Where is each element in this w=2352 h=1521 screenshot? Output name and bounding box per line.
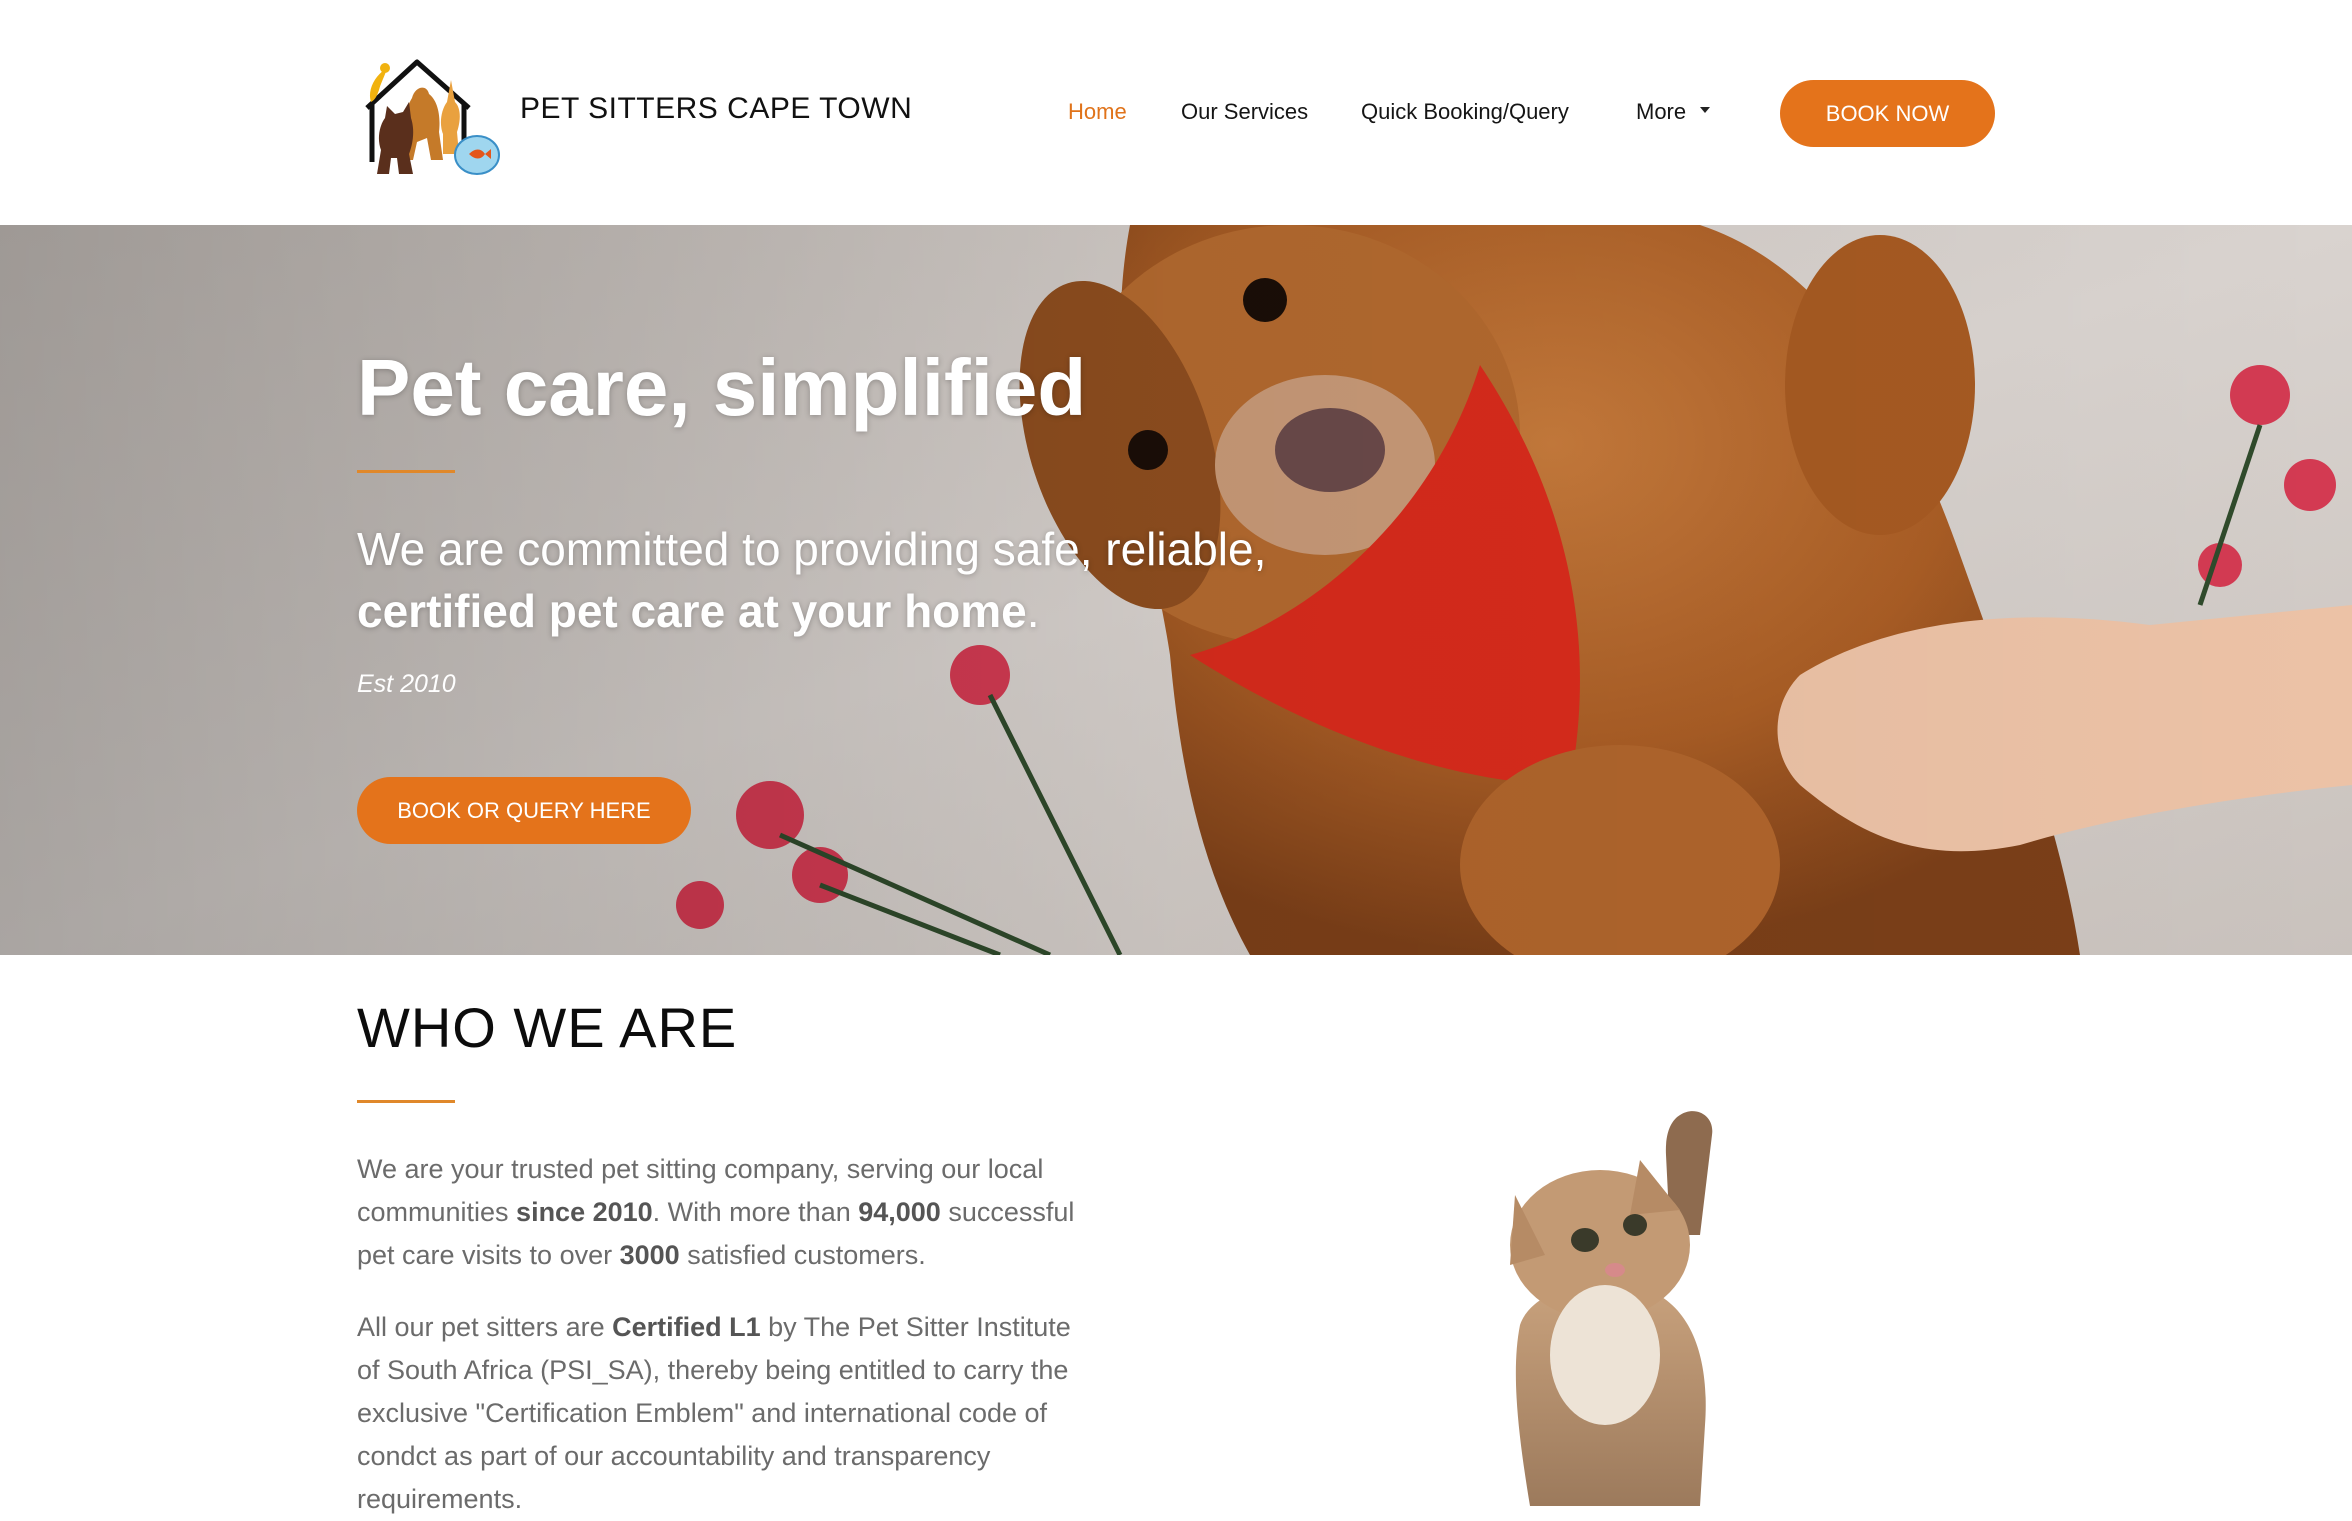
hero-banner: Pet care, simplified We are committed to… [0,225,2352,955]
hero-subtitle-text: We are committed to providing safe, reli… [357,523,1267,575]
p1-bold: 94,000 [858,1197,941,1227]
site-brand-name[interactable]: PET SITTERS CAPE TOWN [520,92,912,126]
site-header: PET SITTERS CAPE TOWN Home Our Services … [0,0,2352,225]
who-we-are-divider [357,1100,455,1103]
p1-bold: 3000 [619,1240,680,1270]
hero-divider [357,470,455,473]
hero-subtitle: We are committed to providing safe, reli… [357,518,1307,642]
established-text: Est 2010 [357,670,456,698]
p1-text: satisfied customers. [679,1240,926,1270]
book-now-button[interactable]: BOOK NOW [1780,80,1995,147]
who-we-are-paragraph-1: We are your trusted pet sitting company,… [357,1148,1097,1277]
p1-text: . With more than [652,1197,859,1227]
nav-our-services[interactable]: Our Services [1181,99,1308,125]
p2-bold: Certified L1 [612,1312,761,1342]
book-or-query-button[interactable]: BOOK OR QUERY HERE [357,777,691,844]
nav-more[interactable]: More [1636,99,1711,125]
who-we-are-paragraph-2: All our pet sitters are Certified L1 by … [357,1306,1097,1521]
p2-text: All our pet sitters are [357,1312,613,1342]
who-we-are-heading: WHO WE ARE [357,996,738,1059]
caret-down-icon [1700,107,1711,114]
pet-house-logo-icon[interactable] [357,50,507,178]
nav-quick-booking[interactable]: Quick Booking/Query [1361,99,1569,125]
nav-more-label: More [1636,99,1687,124]
hero-subtitle-bold: certified pet care at your home [357,585,1027,637]
p2-text: by The Pet Sitter Institute of South Afr… [357,1312,1071,1514]
p1-bold: since 2010 [516,1197,653,1227]
kitten-image [1510,1111,1713,1506]
hero-title: Pet care, simplified [357,343,1087,432]
nav-home[interactable]: Home [1068,99,1127,125]
hero-subtitle-end: . [1026,585,1040,637]
